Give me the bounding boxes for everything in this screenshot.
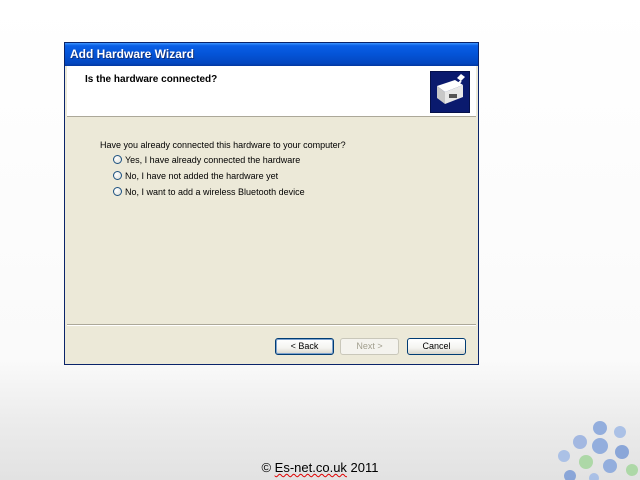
decorative-bubbles-logo [558,421,638,480]
copyright-prefix: © [261,460,275,475]
button-divider [67,324,476,326]
cancel-button[interactable]: Cancel [407,338,466,355]
hardware-icon [430,71,470,113]
option-label: No, I have not added the hardware yet [125,170,279,181]
copyright-year: 2011 [346,460,379,475]
wizard-header: Is the hardware connected? [67,66,476,117]
option-bluetooth[interactable]: No, I want to add a wireless Bluetooth d… [113,185,305,198]
option-label: No, I want to add a wireless Bluetooth d… [125,186,305,197]
question-label: Have you already connected this hardware… [100,140,346,150]
window-titlebar[interactable]: Add Hardware Wizard [65,43,478,66]
radio-button[interactable] [113,171,122,180]
radio-button[interactable] [113,187,122,196]
option-connected[interactable]: Yes, I have already connected the hardwa… [113,153,300,166]
next-button[interactable]: Next > [340,338,399,355]
option-label: Yes, I have already connected the hardwa… [125,154,301,165]
header-title: Is the hardware connected? [85,74,218,85]
option-not-added[interactable]: No, I have not added the hardware yet [113,169,278,182]
add-hardware-wizard-window: Add Hardware Wizard Is the hardware conn… [64,42,479,365]
site-name: Es-net.co.uk [274,460,347,475]
back-button[interactable]: < Back [275,338,334,355]
radio-button[interactable] [113,155,122,164]
